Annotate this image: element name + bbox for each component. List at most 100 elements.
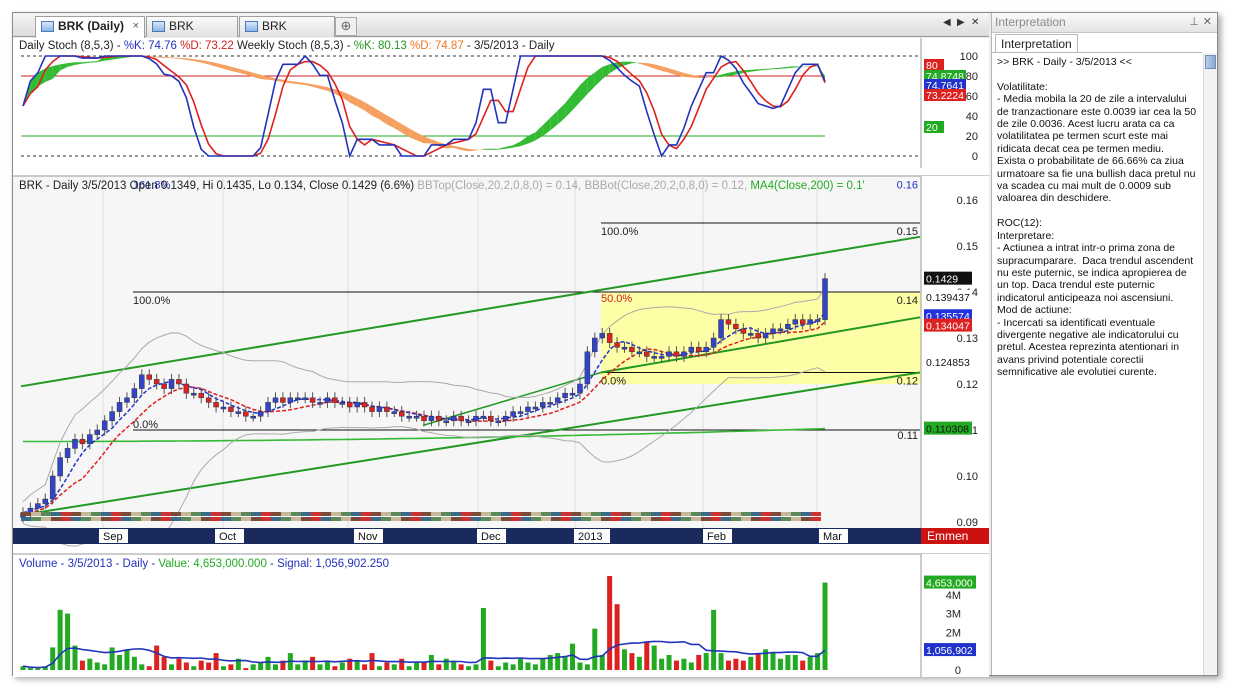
prev-tab-icon[interactable]: ◀ — [943, 17, 951, 28]
time-axis-label: Dec — [481, 531, 501, 543]
signal-strip-segment — [181, 517, 191, 521]
signal-strip-segment — [291, 512, 301, 516]
signal-strip-segment — [161, 512, 171, 516]
signal-strip-segment — [71, 517, 81, 521]
tab-interpretation[interactable]: Interpretation — [995, 34, 1078, 53]
volume-bar — [518, 658, 524, 670]
signal-strip-segment — [101, 517, 111, 521]
candle-body — [577, 383, 583, 394]
signal-strip-segment — [261, 512, 271, 516]
volume-bar — [540, 658, 546, 670]
candle-body — [87, 434, 93, 445]
signal-strip-segment — [581, 512, 591, 516]
interpretation-panel-header: Interpretation ⊥ ✕ — [992, 13, 1217, 33]
close-icon[interactable]: × — [133, 17, 139, 36]
close-tab-icon[interactable]: ✕ — [971, 17, 979, 28]
volume-bar — [362, 664, 368, 670]
chart-area[interactable]: 100 80 60 40 20 0 80 74.8748 74.7641 73.2224 20 161… — [13, 38, 989, 677]
signal-strip-segment — [721, 512, 731, 516]
tab-brk-daily[interactable]: BRK (Daily) × — [35, 16, 145, 38]
signal-strip-segment — [591, 517, 601, 521]
candle-body — [807, 319, 813, 325]
signal-strip-segment — [481, 512, 491, 516]
candle-body — [332, 397, 338, 403]
volume-bar — [681, 658, 687, 670]
candle-body — [94, 429, 101, 435]
candle-body — [57, 457, 63, 477]
tab-brk-monthly[interactable]: BRK (Monthly) — [239, 16, 335, 52]
candle-body — [725, 319, 732, 325]
signal-strip-segment — [41, 512, 51, 516]
volume-bar — [688, 662, 694, 670]
signal-strip-segment — [471, 512, 481, 516]
signal-strip-segment — [661, 517, 671, 521]
signal-strip-segment — [511, 517, 521, 521]
volume-bar — [102, 664, 108, 670]
signal-strip-segment — [711, 512, 721, 516]
volume-bar — [221, 666, 226, 670]
candle-body — [398, 411, 405, 417]
signal-strip-segment — [41, 517, 51, 521]
signal-strip-segment — [531, 512, 541, 516]
signal-strip-segment — [641, 512, 651, 516]
signal-strip-segment — [131, 517, 141, 521]
candle-body — [495, 420, 502, 424]
signal-strip-segment — [461, 512, 471, 516]
volume-bar — [436, 664, 442, 670]
signal-strip-segment — [451, 512, 461, 516]
candle-body — [592, 337, 598, 353]
volume-tick-label: 2M — [946, 627, 961, 639]
application-window: BRK (Daily) × BRK (Weekly) BRK (Monthly)… — [12, 12, 1218, 677]
close-icon[interactable]: ✕ — [1203, 13, 1212, 32]
volume-bar — [317, 664, 323, 670]
signal-strip-segment — [31, 512, 41, 516]
candle-body — [109, 411, 115, 422]
stoch-tick-label: 60 — [966, 91, 978, 103]
candle-body — [243, 411, 249, 417]
price-tick-label: 0.10 — [957, 471, 978, 483]
chart-canvas[interactable]: 1008060402008074.874874.764173.222420161… — [13, 38, 989, 677]
candle-body — [436, 415, 442, 422]
weekly-stoch-band — [483, 148, 491, 150]
candle-body — [644, 351, 650, 357]
signal-strip-segment — [431, 512, 441, 516]
candle-body — [64, 448, 71, 458]
time-axis-label: Mar — [823, 531, 842, 543]
signal-strip-segment — [801, 517, 811, 521]
signal-strip-segment — [151, 517, 161, 521]
volume-bar — [622, 649, 627, 670]
candle-body — [235, 411, 242, 414]
next-tab-icon[interactable]: ▶ — [957, 17, 965, 28]
signal-strip-segment — [731, 517, 741, 521]
tab-brk-weekly[interactable]: BRK (Weekly) — [146, 16, 238, 52]
signal-strip-segment — [531, 517, 541, 521]
candle-body — [346, 402, 353, 408]
candle-body — [777, 328, 784, 332]
volume-bar — [198, 660, 204, 670]
volume-bar — [740, 660, 746, 670]
candle-body — [161, 383, 167, 389]
candle-body — [517, 411, 524, 414]
candle-body — [532, 406, 539, 410]
signal-strip-segment — [651, 517, 661, 521]
volume-bar — [27, 668, 33, 670]
volume-bar — [57, 609, 63, 670]
stoch-tick-label: 100 — [960, 51, 978, 63]
signal-strip-segment — [401, 517, 411, 521]
volume-bar — [131, 656, 137, 670]
tab-label: BRK (Daily) — [58, 19, 125, 33]
add-tab-button[interactable]: ⊕ — [335, 17, 357, 36]
scrollbar-thumb[interactable] — [1205, 55, 1216, 69]
signal-strip-segment — [241, 517, 251, 521]
pin-icon[interactable]: ⊥ — [1189, 13, 1199, 32]
fib-100-value: 0.14 — [897, 295, 918, 307]
signal-strip-segment — [661, 512, 671, 516]
signal-strip-segment — [91, 512, 101, 516]
vertical-scrollbar[interactable] — [1203, 53, 1217, 675]
chart-icon — [41, 21, 54, 32]
volume-bar — [777, 658, 783, 670]
candle-body — [391, 411, 398, 414]
volume-bar — [414, 662, 420, 670]
signal-strip-segment — [271, 517, 281, 521]
signal-strip-segment — [791, 512, 801, 516]
